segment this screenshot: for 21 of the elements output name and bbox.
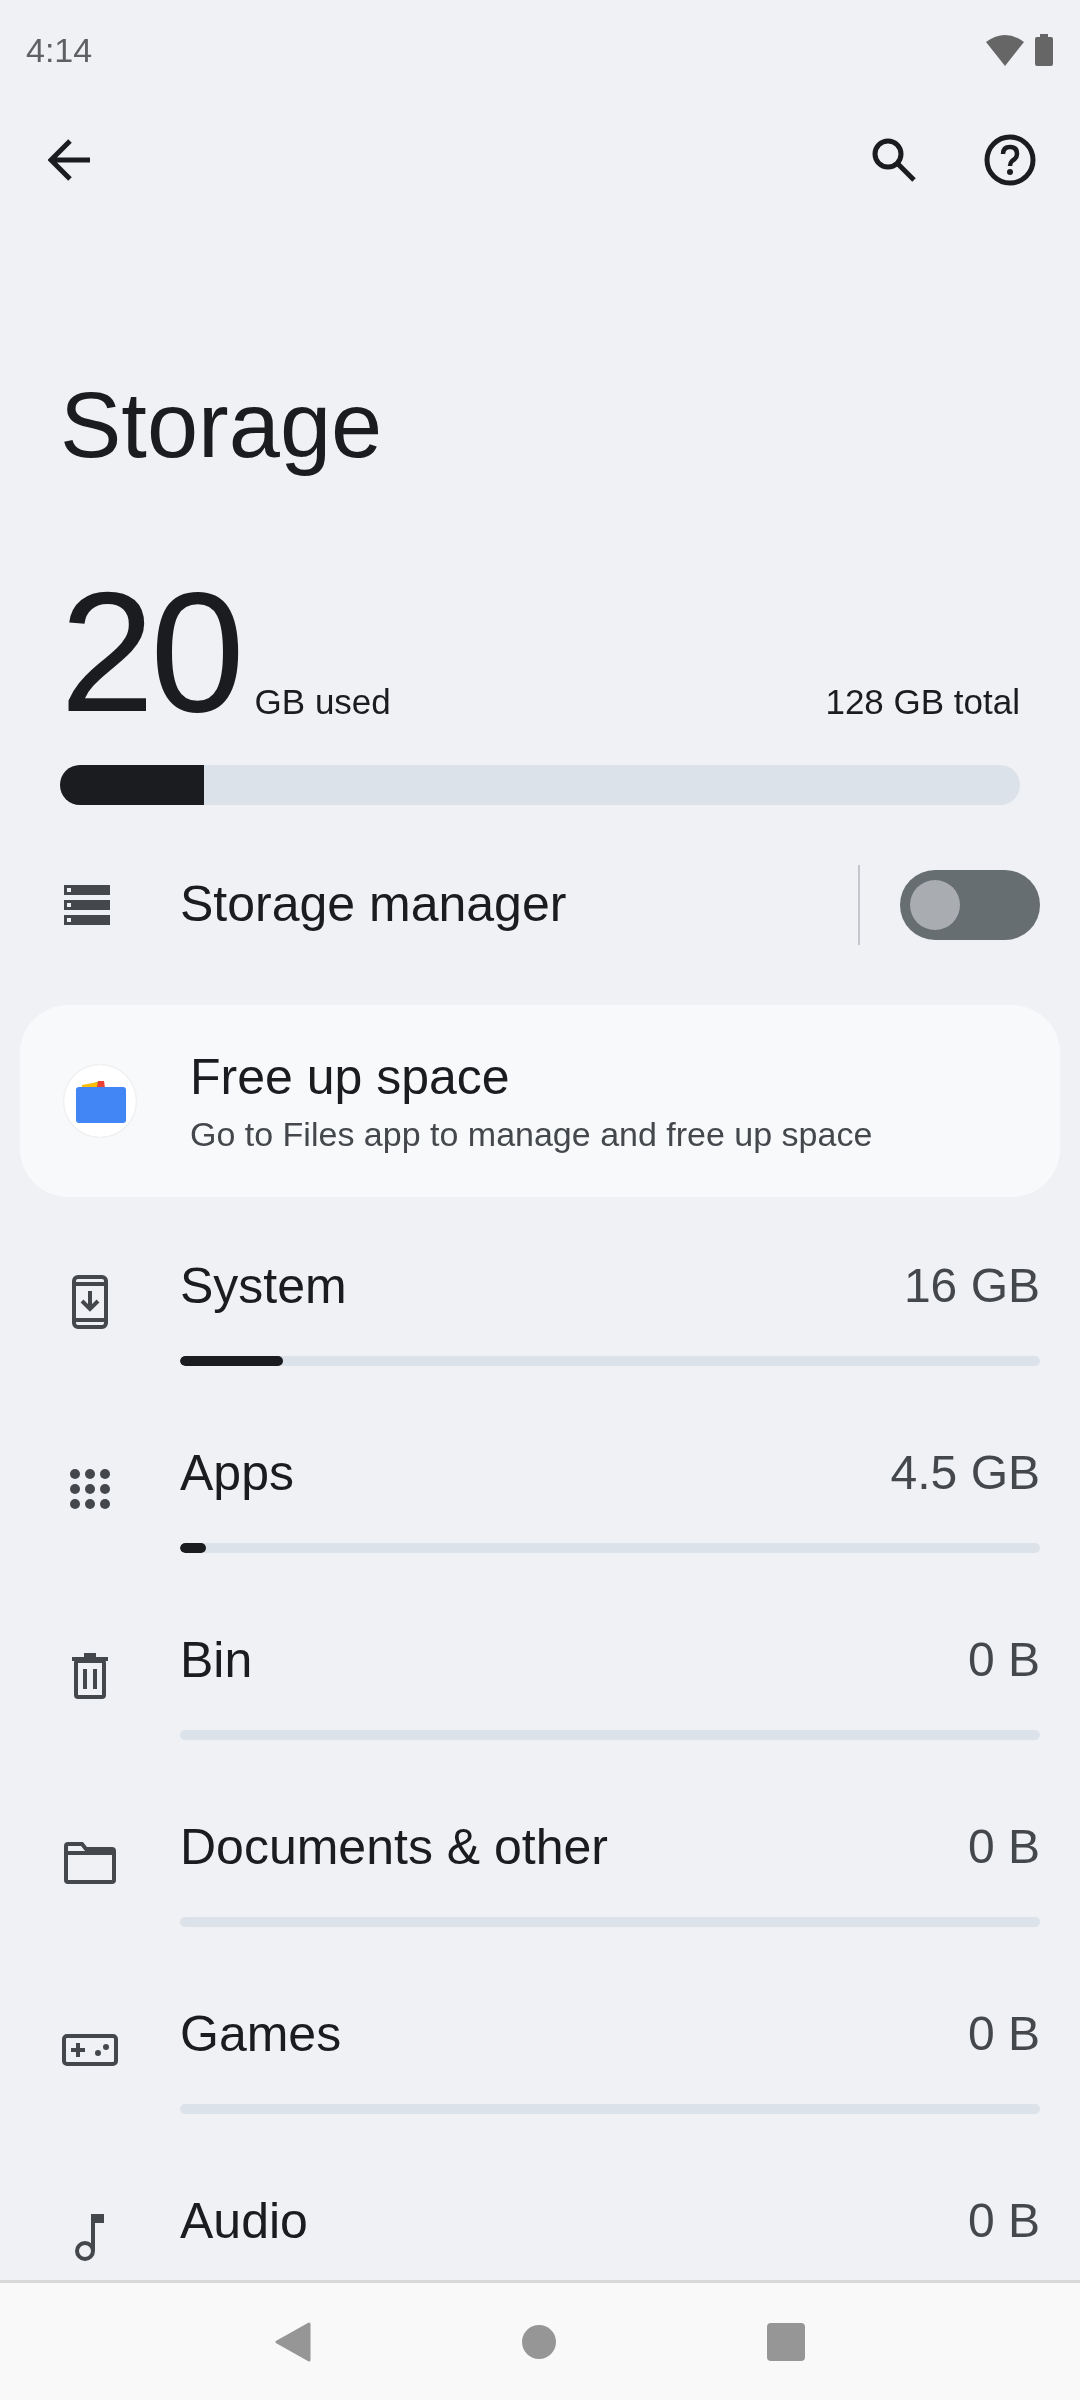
page-title: Storage xyxy=(60,373,384,478)
storage-manager-label: Storage manager xyxy=(180,875,568,934)
category-label: Audio xyxy=(180,2191,308,2251)
category-label: Documents & other xyxy=(180,1817,608,1877)
category-label: Games xyxy=(180,2004,342,2064)
category-size: 0 B xyxy=(967,1632,1040,1688)
category-label: System xyxy=(180,1256,347,1316)
free-up-space-card[interactable]: Free up space Go to Files app to manage and free up space xyxy=(20,1004,1060,1197)
category-size: 16 GB xyxy=(903,1258,1040,1314)
card-title: Free up space xyxy=(190,1048,511,1107)
category-size: 0 B xyxy=(967,2193,1040,2249)
category-size: 0 B xyxy=(967,1819,1040,1875)
category-size: 0 B xyxy=(967,2006,1040,2062)
used-unit: GB used xyxy=(254,681,391,723)
card-subtitle: Go to Files app to manage and free up space xyxy=(190,1113,873,1155)
category-size: 4.5 GB xyxy=(890,1445,1040,1501)
status-time: 4:14 xyxy=(26,29,93,71)
used-amount: 20 xyxy=(60,580,241,725)
category-label: Apps xyxy=(180,1443,294,1503)
total-capacity: 128 GB total xyxy=(825,681,1020,723)
category-label: Bin xyxy=(180,1630,253,1690)
